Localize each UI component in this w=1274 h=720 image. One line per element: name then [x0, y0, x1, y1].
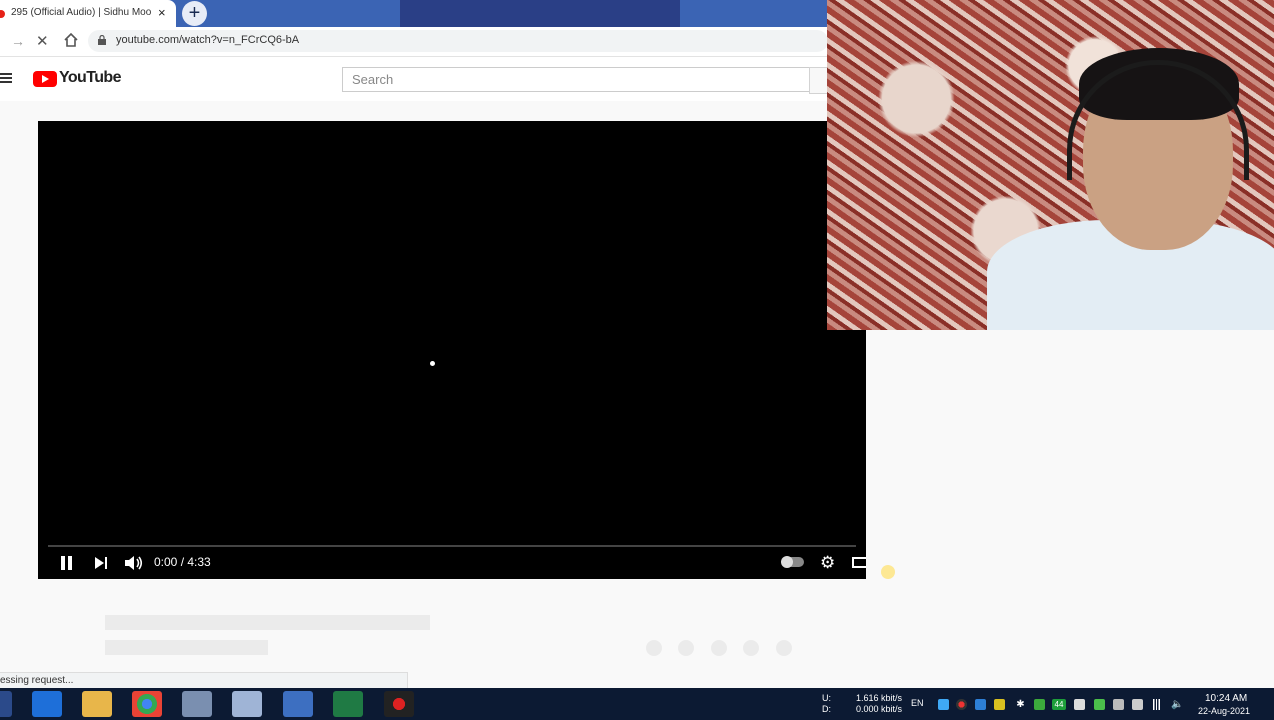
language-indicator[interactable]: EN — [911, 698, 924, 709]
start-button-icon[interactable] — [0, 691, 12, 717]
loading-spinner — [430, 361, 435, 366]
tray-badge-icon[interactable]: 44 — [1052, 699, 1066, 710]
title-skeleton — [105, 615, 430, 630]
youtube-logo-text[interactable]: YouTube — [59, 69, 121, 87]
action-skeleton — [711, 640, 727, 656]
pause-icon[interactable] — [61, 556, 73, 570]
excel-icon[interactable] — [333, 691, 363, 717]
clock-time[interactable]: 10:24 AM — [1205, 693, 1247, 704]
stop-loading-icon[interactable]: ✕ — [36, 32, 49, 50]
miniplayer-icon[interactable] — [852, 557, 866, 568]
action-skeleton — [743, 640, 759, 656]
video-player[interactable]: 0:00 / 4:33 ⚙ — [38, 121, 866, 579]
tray-app-icon[interactable] — [1113, 699, 1124, 710]
chrome-icon[interactable] — [132, 691, 162, 717]
tab-strip-background — [400, 0, 680, 27]
tray-app-icon[interactable] — [1034, 699, 1045, 710]
download-speed: 0.000 kbit/s — [856, 704, 903, 714]
action-skeleton — [776, 640, 792, 656]
browser-tab-active[interactable]: 295 (Official Audio) | Sidhu Moos × — [0, 0, 176, 27]
shield-icon[interactable] — [994, 699, 1005, 710]
time-display: 0:00 / 4:33 — [154, 555, 211, 569]
clock-date[interactable]: 22-Aug-2021 — [1198, 706, 1250, 717]
keyboard-icon[interactable] — [283, 691, 313, 717]
url-text: youtube.com/watch?v=n_FCrCQ6-bA — [116, 34, 300, 46]
tab-title: 295 (Official Audio) | Sidhu Moos — [11, 7, 151, 18]
lock-icon — [98, 35, 106, 45]
bluetooth-icon[interactable]: ✱ — [1015, 699, 1026, 710]
browser-status-bar: essing request... — [0, 672, 408, 689]
address-bar[interactable]: youtube.com/watch?v=n_FCrCQ6-bA — [88, 30, 828, 52]
tray-app-icon[interactable] — [975, 699, 986, 710]
search-input[interactable]: Search — [342, 67, 810, 92]
tab-close-button[interactable]: × — [158, 5, 166, 21]
calculator-icon[interactable] — [232, 691, 262, 717]
record-icon[interactable] — [956, 699, 967, 710]
upload-speed: 1.616 kbit/s — [856, 693, 903, 703]
autoplay-toggle[interactable] — [781, 556, 804, 568]
tray-app-icon[interactable] — [1094, 699, 1105, 710]
subtitle-skeleton — [105, 640, 268, 655]
search-placeholder: Search — [352, 72, 394, 87]
hamburger-icon[interactable] — [0, 73, 12, 85]
gear-icon[interactable]: ⚙ — [820, 553, 835, 573]
mouse-cursor-highlight — [881, 565, 895, 579]
screen-recorder-icon[interactable] — [384, 691, 414, 717]
snipping-tool-icon[interactable] — [182, 691, 212, 717]
volume-icon[interactable] — [124, 554, 144, 572]
webcam-overlay — [827, 0, 1274, 330]
home-icon[interactable] — [63, 32, 79, 48]
tray-app-icon[interactable] — [938, 699, 949, 710]
next-icon[interactable] — [95, 556, 109, 570]
printer-icon[interactable] — [1132, 699, 1143, 710]
progress-bar[interactable] — [48, 545, 856, 547]
forward-icon[interactable]: → — [11, 33, 25, 49]
youtube-favicon-icon — [0, 10, 5, 18]
windows-taskbar: U: D: 1.616 kbit/s 0.000 kbit/s EN ✱ 44 … — [0, 688, 1274, 720]
download-label: D: — [822, 704, 831, 714]
youtube-logo-icon[interactable] — [33, 71, 57, 87]
upload-label: U: — [822, 693, 831, 703]
new-tab-button[interactable]: + — [182, 1, 207, 26]
action-skeleton — [646, 640, 662, 656]
speaker-icon[interactable]: 🔈 — [1171, 699, 1183, 710]
action-skeleton — [678, 640, 694, 656]
flag-icon[interactable] — [1074, 699, 1085, 710]
network-icon[interactable] — [1151, 699, 1162, 710]
file-explorer-icon[interactable] — [82, 691, 112, 717]
internet-explorer-icon[interactable] — [32, 691, 62, 717]
